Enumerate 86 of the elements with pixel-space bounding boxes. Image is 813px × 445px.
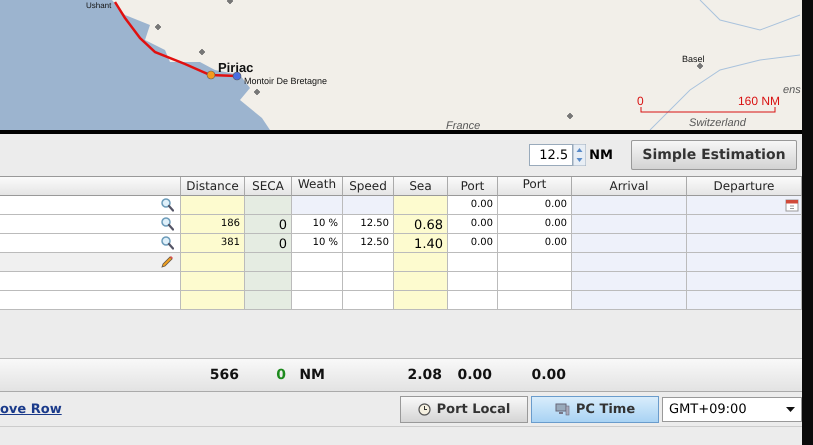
table-cell: 0.68	[394, 215, 448, 234]
place-label: France	[446, 120, 480, 130]
table-cell	[343, 253, 394, 272]
remove-row-link[interactable]: ove Row	[0, 402, 62, 416]
place-label: Montoir De Bretagne	[244, 76, 328, 86]
total-value: 0	[276, 367, 286, 383]
table-cell: 0.00	[448, 215, 498, 234]
port-marker-icon	[232, 72, 242, 80]
waypoint-icon	[254, 88, 260, 96]
table-cell	[343, 272, 394, 291]
column-header[interactable]: Arrival	[572, 177, 687, 196]
scale-label: 0	[637, 94, 644, 108]
table-cell	[448, 272, 498, 291]
pencil-icon[interactable]	[160, 255, 174, 269]
total-value: 566	[210, 367, 239, 383]
table-cell	[292, 291, 343, 310]
table-cell: 0.00	[498, 215, 572, 234]
column-header[interactable]: Departure	[687, 177, 802, 196]
total-value: 0.00	[531, 367, 566, 383]
spinner-arrows-icon[interactable]	[573, 144, 586, 166]
waypoint-icon	[696, 62, 704, 70]
table-cell: 10 %	[292, 234, 343, 253]
table-cell: 12.50	[343, 215, 394, 234]
place-label: Switzerland	[689, 117, 746, 129]
waypoint-icon	[154, 24, 162, 30]
table-cell	[394, 196, 448, 215]
table-cell: 381	[181, 234, 245, 253]
clock-icon	[418, 402, 431, 416]
column-header[interactable]: Sea	[394, 177, 448, 196]
computer-icon	[554, 402, 570, 416]
waypoint-icon	[566, 112, 574, 120]
step-input[interactable]: 12.5	[529, 144, 574, 166]
table-cell: 0	[245, 215, 292, 234]
table-cell: 0.00	[448, 196, 498, 215]
table-cell: 186	[181, 215, 245, 234]
table-cell	[394, 253, 448, 272]
table-cell	[245, 253, 292, 272]
column-header[interactable]: Port	[498, 177, 572, 196]
column-header[interactable]: SECA	[245, 177, 292, 196]
search-icon[interactable]	[161, 217, 174, 231]
waypoint-icon	[198, 48, 206, 56]
table-cell: 12.50	[343, 234, 394, 253]
total-value: 2.08	[407, 367, 442, 383]
time-mode-button[interactable]: Port Local	[400, 396, 528, 422]
calendar-icon[interactable]	[785, 198, 799, 212]
dropdown-caret-icon	[786, 406, 795, 412]
table-cell: 0	[245, 234, 292, 253]
table-cell	[448, 253, 498, 272]
search-icon[interactable]	[161, 236, 174, 250]
waypoint-icon	[226, 0, 234, 4]
table-cell	[343, 196, 394, 215]
scale-label: 160 NM	[738, 94, 780, 108]
table-cell: 1.40	[394, 234, 448, 253]
place-label: Ushant	[86, 1, 112, 10]
timezone-dropdown[interactable]: GMT+09:00	[662, 396, 802, 422]
table-cell	[245, 272, 292, 291]
place-label: Piriac	[218, 60, 254, 75]
table-cell	[181, 291, 245, 310]
column-header[interactable]: Distance	[181, 177, 245, 196]
table-cell	[292, 196, 343, 215]
column-header[interactable]: Weath	[292, 177, 343, 196]
table-cell	[292, 253, 343, 272]
place-label: ens	[783, 84, 801, 96]
place-label: Basel	[682, 54, 705, 64]
table-cell	[245, 291, 292, 310]
column-header[interactable]: Speed	[343, 177, 394, 196]
total-value: NM	[299, 367, 325, 383]
table-cell	[394, 291, 448, 310]
table-cell	[245, 196, 292, 215]
column-header[interactable]: Port	[448, 177, 498, 196]
table-cell	[292, 272, 343, 291]
table-cell	[181, 272, 245, 291]
table-cell: 10 %	[292, 215, 343, 234]
table-cell: 0.00	[498, 234, 572, 253]
table-cell: 0.00	[498, 196, 572, 215]
table-cell	[343, 291, 394, 310]
search-icon[interactable]	[161, 198, 174, 212]
unit-label: NM	[589, 148, 613, 162]
simple-estimation-button[interactable]: Simple Estimation	[631, 140, 797, 170]
table-cell	[448, 291, 498, 310]
time-mode-button[interactable]: PC Time	[531, 396, 659, 422]
table-cell: 0.00	[448, 234, 498, 253]
table-cell	[394, 272, 448, 291]
total-value: 0.00	[457, 367, 492, 383]
port-marker-icon	[206, 70, 216, 80]
map-view[interactable]: Ushant Piriac Montoir De Bretagne Basel France Switzerland ens 0 160 NM	[0, 0, 802, 134]
